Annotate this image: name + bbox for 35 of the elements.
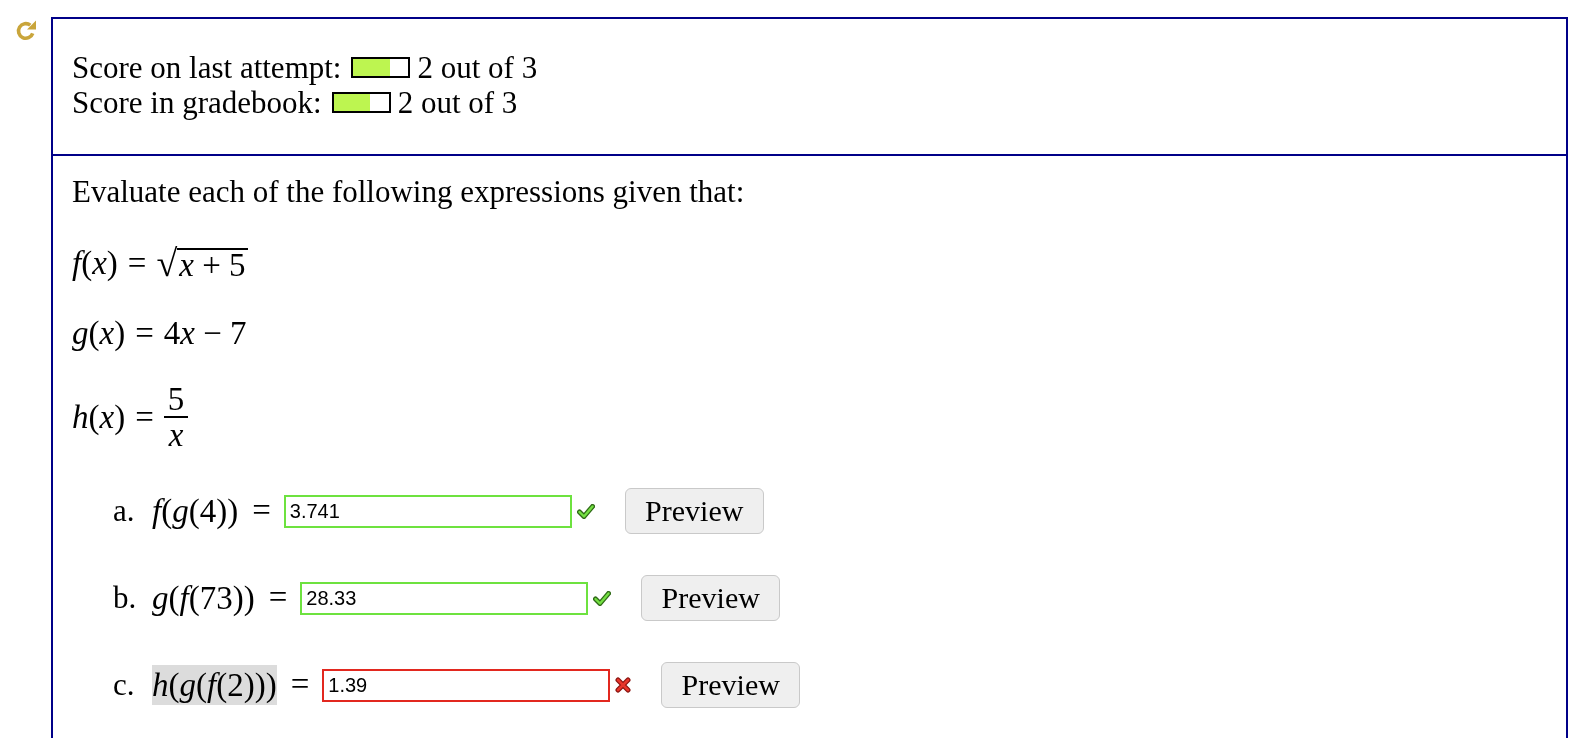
question-label: c. [113,665,136,704]
equals-sign: = [252,491,271,531]
score-value: 2 out of 3 [397,85,518,120]
numerator-text: 5 [166,382,186,416]
equals-sign: = [135,316,154,351]
score-label: Score in gradebook: [72,85,322,120]
question-expression: h(g(f(2))) [152,665,277,705]
expression-text: 4x − 7 [163,316,247,351]
equals-sign: = [290,665,310,705]
answer-field[interactable]: 28.33 [300,581,589,615]
preview-button[interactable]: Preview [624,488,764,534]
checkmark-icon [593,590,612,606]
function-name: h(x) [72,399,126,435]
cross-icon [615,677,632,693]
question-label: a. [113,491,136,530]
radicand-text: x + 5 [177,247,248,280]
question-expression: f(g(4)) [152,492,239,531]
function-name: f(x) [72,246,118,281]
equals-sign: = [127,246,147,281]
checkmark-icon [576,503,595,519]
equals-sign: = [268,578,288,618]
preview-button[interactable]: Preview [641,575,781,621]
preview-button[interactable]: Preview [661,662,801,708]
score-value: 2 out of 3 [417,50,538,85]
radical-sign: √ [156,246,178,281]
question-label: b. [113,578,138,617]
score-label: Score on last attempt: [72,50,342,85]
question-expression: g(f(73)) [152,579,255,618]
equals-sign: = [135,399,154,435]
answer-field[interactable]: 3.741 [283,494,572,528]
denominator-text: x [167,418,185,452]
function-name: g(x) [72,316,126,351]
prompt-text: Evaluate each of the following expressions given that: [72,174,746,209]
answer-field[interactable]: 1.39 [322,668,611,702]
refresh-icon[interactable] [14,20,37,41]
